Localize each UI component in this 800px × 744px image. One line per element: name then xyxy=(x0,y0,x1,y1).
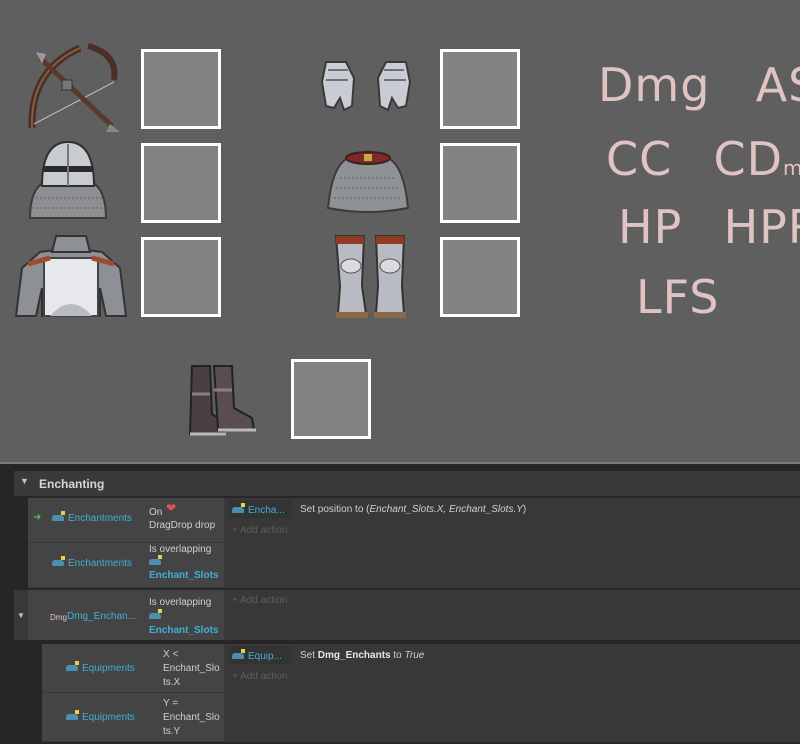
stat-dmg: Dmg xyxy=(598,58,711,112)
sprite-object-icon xyxy=(52,556,66,567)
condition-text[interactable]: ts.X xyxy=(163,676,180,689)
handwriting-hp-hpr: HP HPR xyxy=(618,200,800,254)
condition-target[interactable]: Enchant_Slots xyxy=(149,569,218,582)
add-action-link[interactable]: + Add action xyxy=(232,595,287,606)
gauntlets-icon[interactable] xyxy=(318,58,414,114)
sprite-object-icon xyxy=(149,555,165,568)
action-text[interactable]: Set position to (Enchant_Slots.X, Enchan… xyxy=(300,503,526,516)
event-group-header[interactable]: ▼ Enchanting xyxy=(14,471,800,496)
stat-as: AS xyxy=(755,58,800,112)
dragdrop-behavior-icon: ❤ xyxy=(166,501,177,515)
sprite-object-icon xyxy=(232,503,246,514)
sprite-object-icon xyxy=(232,649,246,660)
chest-armor-icon[interactable] xyxy=(14,232,128,320)
object-name: Enchantments xyxy=(68,558,132,569)
boots-icon[interactable] xyxy=(184,364,258,436)
equipment-slot[interactable] xyxy=(141,237,221,317)
handwriting-cc-cdmg: CC CDmg xyxy=(606,132,800,186)
object-name: Equipments xyxy=(82,712,135,723)
equipment-slot[interactable] xyxy=(291,359,371,439)
action-object[interactable]: Encha... xyxy=(232,503,285,516)
equipment-slot[interactable] xyxy=(440,49,520,129)
add-action-link[interactable]: + Add action xyxy=(232,525,287,536)
event-group-title: Enchanting xyxy=(39,477,105,491)
chainmail-coif-icon[interactable] xyxy=(324,146,412,214)
condition-target[interactable]: Enchant_Slots xyxy=(149,624,218,637)
sprite-object-icon xyxy=(149,609,165,622)
knight-helmet-icon[interactable] xyxy=(26,138,110,220)
stat-hp: HP xyxy=(618,200,683,254)
equipment-slot[interactable] xyxy=(141,143,221,223)
condition-object[interactable]: Enchantments xyxy=(52,556,132,569)
stat-cc: CC xyxy=(606,132,673,186)
object-name: Encha... xyxy=(248,505,285,516)
condition-object[interactable]: Equipments xyxy=(66,661,135,674)
condition-text[interactable]: On xyxy=(149,506,162,519)
equipment-slot[interactable] xyxy=(440,143,520,223)
action-object[interactable]: Equip... xyxy=(232,649,282,662)
object-name: Equip... xyxy=(248,651,282,662)
equipment-slot[interactable] xyxy=(440,237,520,317)
leg-greaves-icon[interactable] xyxy=(332,234,408,320)
add-action-link[interactable]: + Add action xyxy=(232,671,287,682)
sprite-object-icon xyxy=(52,511,66,522)
condition-text[interactable]: Y = xyxy=(163,697,178,710)
sprite-object-icon xyxy=(66,661,80,672)
object-name: Equipments xyxy=(82,663,135,674)
handwriting-dmg-as: Dmg AS xyxy=(598,58,800,112)
stat-cd: CD xyxy=(713,132,784,186)
collapse-triangle-icon[interactable]: ▼ xyxy=(20,476,29,486)
game-scene: Dmg AS CC CDmg HP HPR LFS xyxy=(0,0,800,462)
condition-object[interactable]: Dmg_Enchan... xyxy=(67,611,136,622)
crossbow-icon[interactable] xyxy=(22,40,122,136)
collapse-triangle-icon[interactable]: ▼ xyxy=(17,611,25,620)
stat-cd-sub: mg xyxy=(783,156,800,180)
object-dmg-prefix: Dmg xyxy=(50,613,67,622)
condition-text[interactable]: X < xyxy=(163,648,178,661)
trigger-arrow-icon: ➜ xyxy=(33,512,42,523)
handwriting-lfs: LFS xyxy=(636,270,719,324)
equipment-slot[interactable] xyxy=(141,49,221,129)
object-name: Enchantments xyxy=(68,513,132,524)
sprite-object-icon xyxy=(66,710,80,721)
condition-text[interactable]: DragDrop drop xyxy=(149,519,215,532)
condition-text[interactable]: Enchant_Slo xyxy=(163,662,220,675)
stat-lfs: LFS xyxy=(636,270,720,324)
stat-hpr: HPR xyxy=(723,200,800,254)
condition-text[interactable]: Enchant_Slo xyxy=(163,711,220,724)
condition-text[interactable]: Is overlapping xyxy=(149,596,211,609)
condition-object[interactable]: Equipments xyxy=(66,710,135,723)
condition-text[interactable]: ts.Y xyxy=(163,725,180,738)
object-name: Dmg_Enchan... xyxy=(67,611,136,622)
action-text[interactable]: Set Dmg_Enchants to True xyxy=(300,649,424,662)
condition-object[interactable]: Enchantments xyxy=(52,511,132,524)
